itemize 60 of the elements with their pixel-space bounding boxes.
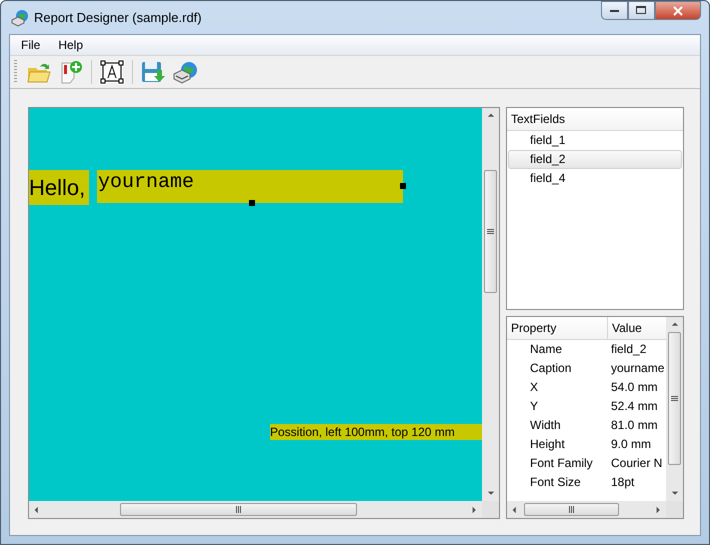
- text-label[interactable]: Possition, left 100mm, top 120 mm: [270, 424, 482, 440]
- printer-globe-icon[interactable]: [172, 60, 198, 84]
- report-canvas[interactable]: Hello, yourname Possition, left 100mm, top 120 mm: [29, 108, 482, 501]
- property-value[interactable]: yourname: [611, 359, 666, 378]
- grip-icon[interactable]: [236, 506, 241, 513]
- scroll-up-arrow-icon[interactable]: [670, 320, 678, 328]
- property-value[interactable]: 52.4 mm: [611, 397, 666, 416]
- grip-icon[interactable]: [487, 229, 494, 234]
- text-label[interactable]: Hello,: [29, 170, 89, 205]
- property-value[interactable]: field_2: [611, 340, 666, 359]
- column-header[interactable]: Value: [608, 317, 642, 339]
- close-button[interactable]: [655, 1, 701, 20]
- property-name: Height: [529, 436, 566, 453]
- property-value[interactable]: 9.0 mm: [611, 435, 666, 454]
- scroll-right-arrow-icon[interactable]: [470, 506, 478, 514]
- close-icon[interactable]: [672, 6, 684, 16]
- maximize-button[interactable]: [628, 1, 655, 20]
- scroll-right-arrow-icon[interactable]: [654, 506, 662, 514]
- scrollbar-corner: [482, 501, 499, 518]
- column-header[interactable]: Property: [507, 317, 608, 339]
- property-name: Font Size: [529, 474, 582, 491]
- list-item[interactable]: field_2: [508, 150, 682, 169]
- grip-icon[interactable]: [671, 396, 678, 401]
- minimize-button[interactable]: [601, 1, 628, 20]
- resize-handle[interactable]: [400, 183, 406, 189]
- scroll-down-arrow-icon[interactable]: [670, 490, 678, 498]
- property-value[interactable]: Courier N: [611, 454, 666, 473]
- resize-handle[interactable]: [249, 200, 255, 206]
- scroll-down-arrow-icon[interactable]: [486, 490, 494, 498]
- window-title: Report Designer (sample.rdf): [34, 10, 202, 25]
- property-name: Name: [529, 341, 564, 358]
- new-page-icon[interactable]: [59, 60, 83, 84]
- app-icon: [11, 8, 29, 26]
- vertical-scrollbar[interactable]: [666, 317, 683, 501]
- horizontal-scrollbar[interactable]: [29, 501, 482, 518]
- property-value[interactable]: 18pt: [611, 473, 666, 492]
- property-value[interactable]: 54.0 mm: [611, 378, 666, 397]
- property-name: Font Family: [529, 455, 594, 472]
- scroll-left-arrow-icon[interactable]: [32, 506, 40, 514]
- menu-item[interactable]: Help: [49, 38, 92, 52]
- property-name: Y: [529, 398, 540, 415]
- text-field[interactable]: yourname: [97, 170, 403, 203]
- maximize-icon[interactable]: [636, 6, 647, 15]
- property-name: Width: [529, 417, 562, 434]
- save-icon[interactable]: [141, 60, 165, 84]
- list-item[interactable]: field_4: [508, 169, 682, 188]
- minimize-icon[interactable]: [610, 8, 620, 12]
- list-item[interactable]: field_1: [508, 131, 682, 150]
- folder-icon[interactable]: [27, 61, 51, 83]
- text-frame-icon[interactable]: [100, 60, 124, 84]
- property-value[interactable]: 81.0 mm: [611, 416, 666, 435]
- scrollbar-corner: [666, 501, 683, 518]
- horizontal-scrollbar[interactable]: [507, 501, 666, 518]
- vertical-scrollbar[interactable]: [482, 108, 499, 501]
- scroll-up-arrow-icon[interactable]: [486, 112, 494, 120]
- grip-icon[interactable]: [569, 506, 574, 513]
- menu-item[interactable]: File: [12, 38, 50, 52]
- property-name: X: [529, 379, 540, 396]
- property-name: Caption: [529, 360, 572, 377]
- scroll-left-arrow-icon[interactable]: [510, 506, 518, 514]
